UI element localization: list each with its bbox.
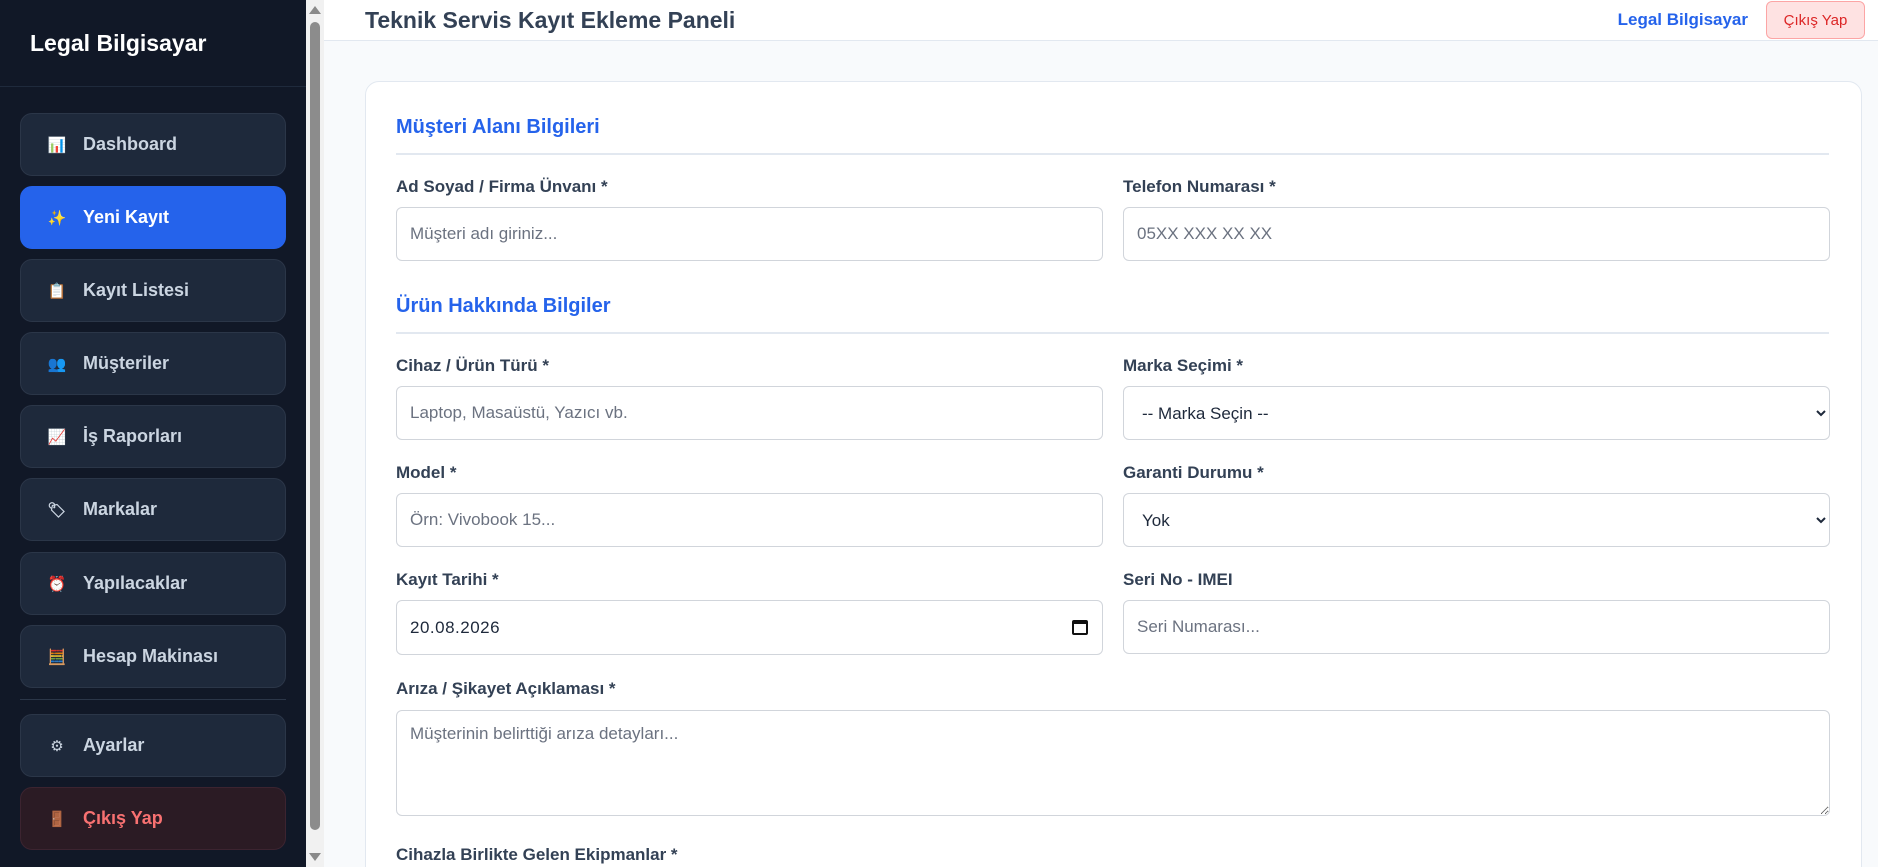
sidebar-item-customers[interactable]: 👥 Müşteriler [20, 332, 286, 395]
sidebar-item-label: Markalar [83, 499, 158, 519]
record-form-card: Müşteri Alanı Bilgileri Ad Soyad / Firma… [365, 81, 1862, 867]
phone-label: Telefon Numarası * [1123, 177, 1276, 196]
sidebar-item-todos[interactable]: ⏰ Yapılacaklar [20, 552, 286, 615]
record-date-input[interactable]: 20.08.2026 [396, 600, 1103, 655]
section-title-customer: Müşteri Alanı Bilgileri [396, 116, 1829, 155]
model-label: Model * [396, 463, 457, 482]
sidebar-item-label: Çıkış Yap [83, 808, 163, 828]
sidebar-item-settings[interactable]: ⚙ Ayarlar [20, 714, 286, 777]
scroll-up-arrow-icon[interactable] [309, 6, 321, 14]
device-label: Cihaz / Ürün Türü * [396, 356, 549, 375]
device-type-input[interactable] [396, 386, 1103, 440]
scroll-thumb[interactable] [310, 22, 320, 830]
sidebar-item-label: Ayarlar [83, 735, 145, 755]
sidebar-item-label: Yeni Kayıt [83, 207, 170, 227]
sparkles-icon: ✨ [47, 208, 67, 227]
name-label: Ad Soyad / Firma Ünvanı * [396, 177, 608, 196]
trend-chart-icon: 📈 [47, 427, 67, 446]
sidebar-item-label: Kayıt Listesi [83, 280, 190, 300]
brand-label: Marka Seçimi * [1123, 356, 1244, 375]
sidebar-item-label: Hesap Makinası [83, 646, 219, 666]
equipment-label: Cihazla Birlikte Gelen Ekipmanlar * [396, 845, 678, 864]
serial-input[interactable] [1123, 600, 1830, 654]
date-value: 20.08.2026 [410, 617, 501, 637]
door-icon: 🚪 [47, 809, 67, 828]
users-icon: 👥 [47, 354, 67, 373]
tag-icon: 🏷 [47, 500, 67, 519]
customer-name-input[interactable] [396, 207, 1103, 261]
top-bar: Teknik Servis Kayıt Ekleme Paneli Legal … [324, 0, 1878, 41]
sidebar-item-calculator[interactable]: 🧮 Hesap Makinası [20, 625, 286, 688]
alarm-clock-icon: ⏰ [47, 574, 67, 593]
scroll-down-arrow-icon[interactable] [309, 853, 321, 861]
scrollbar[interactable] [306, 0, 324, 867]
chart-icon: 📊 [47, 135, 67, 154]
sidebar-item-new-record[interactable]: ✨ Yeni Kayıt [20, 186, 286, 249]
brand-select[interactable]: -- Marka Seçin -- [1123, 386, 1830, 440]
abacus-icon: 🧮 [47, 647, 67, 666]
warranty-select[interactable]: Yok [1123, 493, 1830, 547]
serial-label: Seri No - IMEI [1123, 570, 1233, 589]
sidebar-item-dashboard[interactable]: 📊 Dashboard [20, 113, 286, 176]
user-link[interactable]: Legal Bilgisayar [1618, 10, 1748, 30]
logout-button[interactable]: Çıkış Yap [1766, 1, 1865, 39]
sidebar: Legal Bilgisayar 📊 Dashboard ✨ Yeni Kayı… [0, 0, 306, 867]
calendar-icon[interactable] [1072, 620, 1088, 635]
sidebar-item-record-list[interactable]: 📋 Kayıt Listesi [20, 259, 286, 322]
sidebar-item-label: Yapılacaklar [83, 573, 188, 593]
page-title: Teknik Servis Kayıt Ekleme Paneli [365, 7, 736, 33]
sidebar-item-label: Müşteriler [83, 353, 170, 373]
sidebar-item-reports[interactable]: 📈 İş Raporları [20, 405, 286, 468]
sidebar-item-label: İş Raporları [83, 426, 183, 446]
phone-input[interactable] [1123, 207, 1830, 261]
complaint-textarea[interactable] [396, 710, 1830, 816]
section-title-product: Ürün Hakkında Bilgiler [396, 295, 1829, 334]
sidebar-item-label: Dashboard [83, 134, 178, 154]
date-label: Kayıt Tarihi * [396, 570, 499, 589]
gear-icon: ⚙ [50, 736, 64, 755]
model-input[interactable] [396, 493, 1103, 547]
clipboard-icon: 📋 [47, 281, 67, 300]
sidebar-divider [20, 699, 286, 700]
complaint-label: Arıza / Şikayet Açıklaması * [396, 679, 616, 698]
sidebar-item-logout[interactable]: 🚪 Çıkış Yap [20, 787, 286, 850]
warranty-label: Garanti Durumu * [1123, 463, 1264, 482]
brand-title: Legal Bilgisayar [0, 0, 306, 87]
sidebar-item-brands[interactable]: 🏷 Markalar [20, 478, 286, 541]
